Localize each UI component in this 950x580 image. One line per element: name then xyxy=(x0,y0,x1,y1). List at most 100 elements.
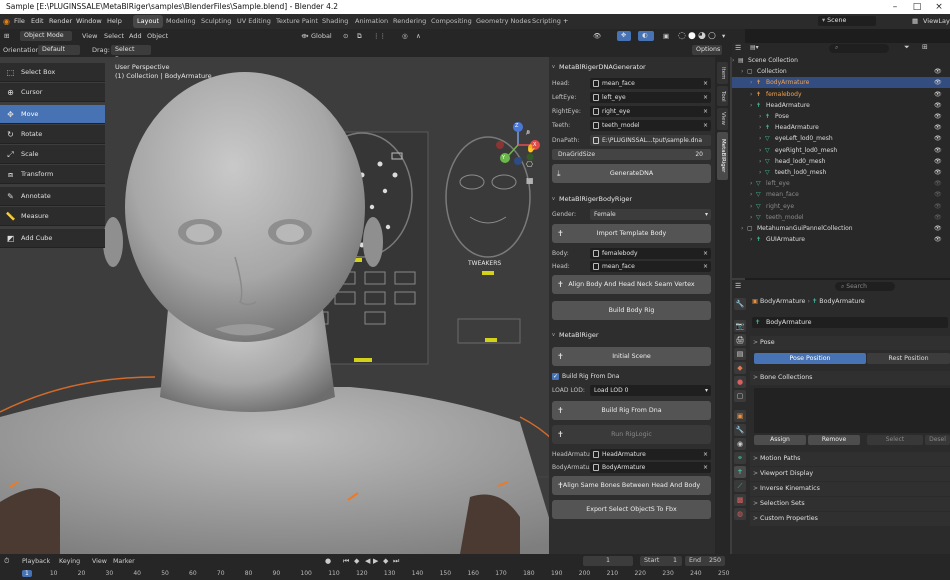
expand-chevron-icon[interactable]: › xyxy=(741,66,743,77)
assign-button[interactable]: Assign xyxy=(754,435,806,445)
display-mode-icon[interactable]: ▤▾ xyxy=(750,44,759,51)
armature-data-name-field[interactable]: ✝ BodyArmature xyxy=(752,317,948,328)
expand-chevron-icon[interactable]: › xyxy=(759,167,761,178)
export-fbx-button[interactable]: Export Select ObjectS To Fbx xyxy=(552,500,711,519)
falloff-icon[interactable]: ∧ xyxy=(416,29,421,43)
outliner-editor-icon[interactable]: ☰ xyxy=(735,44,741,52)
build-rig-from-dna-button[interactable]: ✝ Build Rig From Dna xyxy=(552,401,711,420)
align-bones-button[interactable]: ✝ Align Same Bones Between Head And Body xyxy=(552,476,711,495)
body-head-field[interactable]: mean_face × xyxy=(590,261,711,272)
workspace-tab-sculpting[interactable]: Sculpting xyxy=(197,15,235,28)
gender-dropdown[interactable]: Female ▾ xyxy=(590,209,711,220)
start-frame-field[interactable]: Start 1 xyxy=(640,556,682,566)
record-icon[interactable]: ● xyxy=(325,557,331,565)
ortho-grid-icon[interactable]: ▦ xyxy=(526,176,534,185)
lefteye-field[interactable]: left_eye × xyxy=(590,92,711,103)
visibility-toggle-icon[interactable]: 👁 xyxy=(934,111,942,122)
expand-chevron-icon[interactable]: › xyxy=(750,77,752,88)
texture-tab-icon[interactable]: ▩ xyxy=(734,494,746,506)
expand-chevron-icon[interactable]: › xyxy=(759,122,761,133)
expand-chevron-icon[interactable]: › xyxy=(750,178,752,189)
axis-z-icon[interactable]: Z xyxy=(515,123,518,129)
bone-collections-list[interactable] xyxy=(754,388,950,433)
tab-tool[interactable]: Tool xyxy=(717,86,728,106)
outliner-search-input[interactable]: ⌕ xyxy=(829,44,889,53)
workspace-tab-layout[interactable]: Layout xyxy=(133,15,164,28)
menu-select[interactable]: Select xyxy=(104,29,124,43)
snap-settings-icon[interactable]: ⋮⋮ xyxy=(373,29,386,43)
next-key-icon[interactable]: ◆ xyxy=(383,557,388,565)
transform-orientation[interactable]: Global xyxy=(311,29,332,43)
shader-tab-icon[interactable]: ◍ xyxy=(734,508,746,520)
filter-icon[interactable]: ⏷ xyxy=(904,43,910,52)
motion-paths-header[interactable]: Motion Paths xyxy=(750,452,950,466)
clear-icon[interactable]: × xyxy=(703,248,708,259)
workspace-tab-shading[interactable]: Shading xyxy=(318,15,352,28)
visibility-toggle-icon[interactable]: 👁 xyxy=(934,122,942,133)
visibility-toggle-icon[interactable]: 👁 xyxy=(934,234,942,245)
generate-dna-button[interactable]: ⤓ GenerateDNA xyxy=(552,164,711,183)
expand-chevron-icon[interactable]: › xyxy=(750,89,752,100)
workspace-tab-scripting[interactable]: Scripting xyxy=(528,15,565,28)
visibility-toggle-icon[interactable]: 👁 xyxy=(934,201,942,212)
options-dropdown[interactable]: Options xyxy=(692,45,722,55)
jump-end-icon[interactable]: ⏭ xyxy=(393,557,399,566)
outliner-row[interactable]: › ▽ teeth_lod0_mesh 👁 xyxy=(732,167,950,178)
menu-keying[interactable]: Keying xyxy=(59,558,80,565)
outliner-row[interactable]: › ▤ Scene Collection xyxy=(732,55,950,66)
workspace-tab-compositing[interactable]: Compositing xyxy=(427,15,476,28)
expand-chevron-icon[interactable]: › xyxy=(750,234,752,245)
tab-metablriger[interactable]: MetaBlRiger xyxy=(717,132,728,180)
current-frame-field[interactable]: 1 xyxy=(583,556,633,566)
clear-icon[interactable]: × xyxy=(703,78,708,89)
tool-add-cube[interactable]: ◩ Add Cube xyxy=(0,229,105,248)
outliner-row[interactable]: › ▽ right_eye 👁 xyxy=(732,201,950,212)
world-tab-icon[interactable]: ● xyxy=(734,376,746,388)
properties-search-input[interactable]: ⌕ Search xyxy=(835,282,895,291)
scene-tab-icon[interactable]: ◆ xyxy=(734,362,746,374)
dnapath-field[interactable]: E:\PLUGINSSAL...tput\sample.dna xyxy=(590,135,711,146)
align-body-head-button[interactable]: ✝ Align Body And Head Neck Seam Vertex xyxy=(552,275,711,294)
outliner-row[interactable]: › ✝ BodyArmature 👁 xyxy=(732,77,950,89)
tab-item[interactable]: Item xyxy=(717,62,728,84)
maximize-icon[interactable]: □ xyxy=(906,0,928,14)
import-template-body-button[interactable]: ✝ Import Template Body xyxy=(552,224,711,243)
visibility-toggle-icon[interactable]: 👁 xyxy=(934,212,942,223)
outliner-row[interactable]: › ✝ GUIArmature 👁 xyxy=(732,234,950,245)
shading-options-icon[interactable]: ▾ xyxy=(722,29,725,43)
close-icon[interactable]: × xyxy=(928,0,950,14)
body-field[interactable]: femalebody × xyxy=(590,248,711,259)
physics-tab-icon[interactable]: ◉ xyxy=(734,438,746,450)
expand-chevron-icon[interactable]: › xyxy=(759,156,761,167)
viewport-display-header[interactable]: Viewport Display xyxy=(750,467,950,481)
overlay-toggle-icon[interactable]: ◐ xyxy=(638,31,654,41)
prev-key-icon[interactable]: ◆ xyxy=(354,557,359,565)
run-riglogic-button[interactable]: ✝ Run RigLogic xyxy=(552,425,711,444)
expand-chevron-icon[interactable]: › xyxy=(750,189,752,200)
clear-icon[interactable]: × xyxy=(703,261,708,272)
inverse-kinematics-header[interactable]: Inverse Kinematics xyxy=(750,482,950,496)
bone-tab-icon[interactable]: ⟋ xyxy=(734,480,746,492)
timeline-editor-icon[interactable]: ⏱ xyxy=(4,557,9,566)
zoom-view-icon[interactable]: ⌕ xyxy=(526,128,530,138)
expand-chevron-icon[interactable]: › xyxy=(750,100,752,111)
tool-transform[interactable]: ⧈ Transform xyxy=(0,165,105,184)
visibility-toggle-icon[interactable]: 👁 xyxy=(934,89,942,100)
armature-data-tab-icon[interactable]: ✝ xyxy=(734,466,746,478)
workspace-tab-geometry-nodes[interactable]: Geometry Nodes xyxy=(472,15,535,28)
outliner-row[interactable]: › ✝ femalebody 👁 xyxy=(732,89,950,100)
gizmo-toggle-icon[interactable]: ✥ xyxy=(617,31,631,41)
visibility-icon[interactable]: 👁 xyxy=(593,29,601,43)
selection-sets-header[interactable]: Selection Sets xyxy=(750,497,950,511)
collection-tab-icon[interactable]: ▢ xyxy=(734,390,746,402)
visibility-toggle-icon[interactable]: 👁 xyxy=(934,77,942,88)
tool-rotate[interactable]: ↻ Rotate xyxy=(0,125,105,144)
menu-timeline-view[interactable]: View xyxy=(92,558,107,565)
outliner-row[interactable]: › ✝ HeadArmature 👁 xyxy=(732,100,950,111)
visibility-toggle-icon[interactable]: 👁 xyxy=(934,145,942,156)
shading-material-icon[interactable]: ◕ xyxy=(698,29,706,43)
drag-dropdown[interactable]: Select Box xyxy=(111,45,151,63)
righteye-field[interactable]: right_eye × xyxy=(590,106,711,117)
build-body-rig-button[interactable]: Build Body Rig xyxy=(552,301,711,320)
expand-chevron-icon[interactable]: › xyxy=(750,201,752,212)
